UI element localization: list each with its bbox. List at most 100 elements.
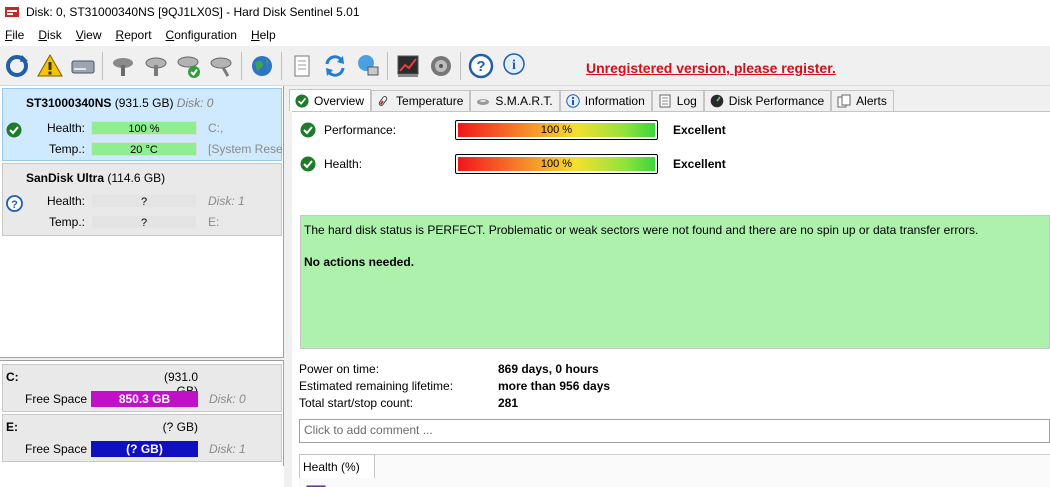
alert-button[interactable] [33, 49, 66, 82]
toolbar-separator [281, 51, 282, 80]
health-row: Health: ? Disk: 1 [3, 192, 283, 210]
network-icon [357, 54, 378, 75]
menu-disk[interactable]: Disk [31, 28, 68, 42]
temp-label: Temp.: [48, 142, 85, 156]
action-text: No actions needed. [304, 255, 415, 269]
disk-number: Disk: 1 [208, 194, 245, 208]
info-icon [566, 94, 580, 108]
health-value: 100 % [540, 158, 573, 170]
disk-name: ST31000340NS (931.5 GB) Disk: 0 [26, 96, 213, 110]
pane-splitter[interactable] [0, 357, 284, 361]
disk-tools-button[interactable] [106, 49, 139, 82]
tab-alerts[interactable]: Alerts [831, 90, 894, 111]
health-label: Health: [46, 121, 85, 135]
tab-log[interactable]: Log [651, 90, 704, 111]
performance-label: Performance: [324, 123, 397, 137]
tab-disk-performance[interactable]: Disk Performance [703, 90, 832, 111]
temp-bar: 20 °C [91, 142, 197, 156]
menu-view[interactable]: View [69, 28, 109, 42]
disk-repair-button[interactable] [205, 49, 238, 82]
disk-model: ST31000340NS [26, 96, 112, 110]
disk-entry-1[interactable]: SanDisk Ultra (114.6 GB) ? Health: ? Dis… [2, 163, 282, 236]
tab-health-percent[interactable]: Health (%) [299, 454, 375, 478]
disk-test-button[interactable] [139, 49, 172, 82]
details-pane: Overview Temperature S.M.A.R.T. Informat… [289, 86, 1050, 487]
menu-file[interactable]: File [0, 28, 31, 42]
svg-text:i: i [512, 58, 516, 73]
speaker-icon [430, 55, 451, 76]
partition-entry-e[interactable]: E: (? GB) Free Space (? GB) Disk: 1 [2, 414, 282, 462]
title-bar: Disk: 0, ST31000340NS [9QJ1LX0S] - Hard … [0, 0, 1050, 24]
info-value: 281 [498, 396, 519, 410]
graph-icon [397, 55, 418, 77]
free-space-label: Free Space [25, 442, 88, 456]
menu-report-label: eport [124, 28, 152, 42]
toolbar-separator [102, 51, 103, 80]
temp-label: Temp.: [48, 215, 85, 229]
disk-size: (931.5 GB) [114, 96, 174, 110]
tab-overview[interactable]: Overview [289, 89, 372, 111]
disk-tools-icon [112, 57, 133, 76]
web-globe-button[interactable] [245, 49, 278, 82]
menu-configuration[interactable]: Configuration [159, 28, 244, 42]
disk-info-list: Power on time: 869 days, 0 hours Estimat… [299, 362, 1039, 413]
menu-configuration-mnemonic: C [165, 28, 175, 42]
partition-list-empty [0, 466, 284, 487]
health-rating: Excellent [673, 157, 726, 171]
thermometer-icon [378, 96, 388, 106]
performance-row: Performance: 100 % Excellent [300, 120, 1040, 140]
refresh-button[interactable] [0, 49, 33, 82]
disk-list-pane: ST31000340NS (931.5 GB) Disk: 0 Health: … [0, 86, 284, 487]
network-button[interactable] [351, 49, 384, 82]
chart-tab-bar: Health (%) [299, 454, 1050, 487]
info-value: 869 days, 0 hours [498, 362, 599, 376]
health-row: Health: 100 % C:, [3, 119, 283, 137]
alert-icon [36, 53, 63, 76]
disk-entry-0[interactable]: ST31000340NS (931.5 GB) Disk: 0 Health: … [2, 88, 283, 161]
register-link[interactable]: Unregistered version, please register. [586, 60, 836, 76]
tab-information[interactable]: Information [559, 90, 652, 111]
partition-letter: C: [6, 370, 19, 384]
info-button[interactable]: i [497, 49, 530, 82]
speaker-button[interactable] [424, 49, 457, 82]
tab-label: Overview [314, 93, 365, 108]
menu-help[interactable]: Help [244, 28, 283, 42]
toolbar: ? i [0, 46, 1050, 86]
info-key: Estimated remaining lifetime: [299, 379, 454, 393]
disk-check-icon [177, 56, 200, 78]
health-row: Health: 100 % Excellent [300, 154, 1040, 174]
performance-icon [710, 94, 724, 108]
temp-row: Temp.: ? E: [3, 213, 283, 231]
disk-drive-button[interactable] [66, 49, 99, 82]
log-icon [659, 94, 671, 108]
temp-row: Temp.: 20 °C [System Rese [3, 140, 283, 158]
help-button[interactable]: ? [464, 49, 497, 82]
report-button[interactable] [285, 49, 318, 82]
window-title: Disk: 0, ST31000340NS [9QJ1LX0S] - Hard … [26, 5, 360, 19]
menu-file-label: ile [12, 28, 25, 42]
tab-smart[interactable]: S.M.A.R.T. [470, 90, 560, 111]
disk-number: Disk: 0 [176, 96, 214, 110]
menu-report[interactable]: Report [109, 28, 159, 42]
info-row-lifetime: Estimated remaining lifetime: more than … [299, 379, 1039, 396]
status-text: The hard disk status is PERFECT. Problem… [304, 223, 979, 237]
info-icon: i [502, 52, 525, 75]
tab-label: Disk Performance [728, 94, 825, 108]
tab-temperature[interactable]: Temperature [371, 90, 471, 111]
check-circle-icon [300, 122, 316, 138]
disk-check-button[interactable] [172, 49, 205, 82]
menu-view-mnemonic: V [75, 28, 84, 42]
health-bar: 100 % [455, 154, 658, 174]
partition-list: E: [208, 215, 220, 229]
graph-button[interactable] [391, 49, 424, 82]
menu-report-mnemonic: R [115, 28, 125, 42]
partition-disk: Disk: 1 [209, 442, 246, 456]
menu-help-mnemonic: H [250, 28, 260, 42]
sync-icon [325, 54, 344, 77]
sync-button[interactable] [318, 49, 351, 82]
free-space-bar: 850.3 GB [91, 391, 198, 407]
comment-field[interactable]: Click to add comment ... [299, 419, 1050, 443]
partition-entry-c[interactable]: C: (931.0 GB) Free Space 850.3 GB Disk: … [2, 364, 282, 412]
free-space-label: Free Space [25, 392, 88, 406]
partition-list: C:, [208, 121, 224, 135]
